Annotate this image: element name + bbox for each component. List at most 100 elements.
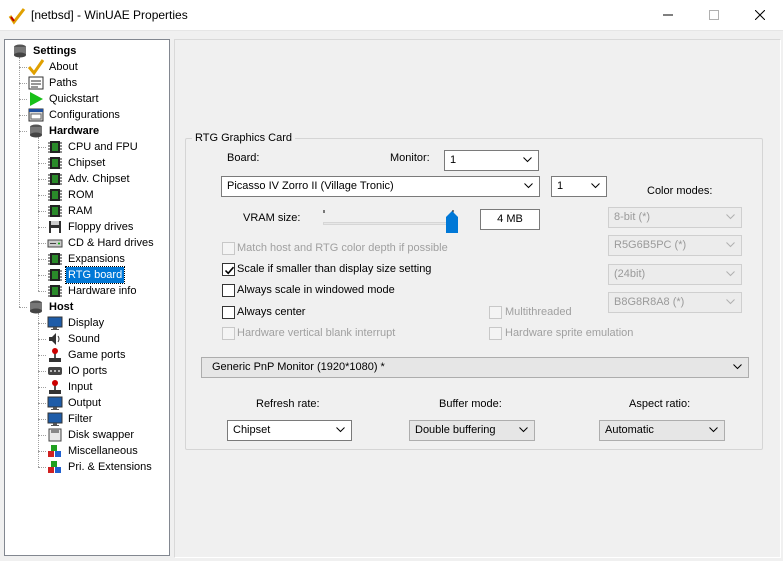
tree-item-label: Host bbox=[49, 301, 74, 313]
tree-connector-line bbox=[38, 275, 46, 276]
tree-connector-line bbox=[38, 195, 46, 196]
tree-connector-line bbox=[38, 211, 46, 212]
tree-connector-line bbox=[19, 83, 27, 84]
match-depth-label: Match host and RTG color depth if possib… bbox=[237, 242, 448, 254]
tree-item-label: Paths bbox=[49, 77, 78, 89]
cubes-icon bbox=[48, 445, 61, 457]
aspect-ratio-select[interactable]: Automatic bbox=[599, 420, 725, 441]
rtg-board-icon bbox=[48, 269, 62, 281]
tree-connector-line bbox=[38, 323, 46, 324]
tree-connector-line bbox=[38, 339, 46, 340]
tree-connector-line bbox=[38, 419, 46, 420]
always-center-checkbox[interactable] bbox=[222, 306, 235, 319]
tree-connector-line bbox=[19, 67, 27, 68]
color-mode-value: R5G6B5PC (*) bbox=[614, 239, 687, 251]
winuae-checkmark-icon bbox=[8, 8, 26, 25]
refresh-rate-value: Chipset bbox=[233, 424, 271, 436]
paths-icon bbox=[28, 76, 44, 90]
chip-icon bbox=[48, 205, 62, 217]
tree-item-label: Quickstart bbox=[49, 93, 99, 105]
vram-slider-thumb[interactable] bbox=[445, 211, 458, 233]
vram-slider-track[interactable] bbox=[323, 222, 457, 225]
chevron-down-icon bbox=[519, 427, 528, 433]
color-mode-24bit-select[interactable]: (24bit) bbox=[608, 264, 742, 285]
tree-connector-line bbox=[38, 435, 46, 436]
chip-icon bbox=[48, 285, 62, 297]
tree-connector-line bbox=[38, 147, 46, 148]
scale-smaller-checkbox[interactable] bbox=[222, 263, 235, 276]
monitor-icon bbox=[47, 396, 63, 410]
checkmark-icon bbox=[224, 266, 235, 275]
aspect-ratio-label: Aspect ratio: bbox=[629, 398, 691, 410]
color-mode-8bit-select[interactable]: 8-bit (*) bbox=[608, 207, 742, 228]
minimize-button[interactable] bbox=[645, 0, 691, 31]
settings-tree[interactable]: Settings About Paths Quickstart Configuratio… bbox=[4, 39, 170, 556]
vblank-checkbox[interactable] bbox=[222, 327, 235, 340]
maximize-button[interactable] bbox=[691, 0, 737, 31]
monitor-icon bbox=[47, 412, 63, 426]
always-center-label: Always center bbox=[237, 306, 306, 318]
floppy-icon bbox=[49, 221, 61, 233]
chip-icon bbox=[48, 141, 62, 153]
tree-connector-line bbox=[19, 307, 27, 308]
tree-connector-line bbox=[38, 313, 39, 467]
chevron-down-icon bbox=[336, 427, 345, 433]
minimize-icon bbox=[663, 14, 673, 16]
display-monitor-select[interactable]: Generic PnP Monitor (1920*1080) * bbox=[201, 357, 749, 378]
tree-item-label: Floppy drives bbox=[68, 221, 134, 233]
window-title: [netbsd] - WinUAE Properties bbox=[31, 8, 188, 22]
tree-connector-line bbox=[38, 179, 46, 180]
board-count-value: 1 bbox=[557, 180, 564, 192]
speaker-icon bbox=[49, 333, 60, 345]
cubes-icon bbox=[48, 461, 61, 473]
close-button[interactable] bbox=[737, 0, 783, 31]
vram-size-field[interactable]: 4 MB bbox=[480, 209, 540, 230]
tree-item-label: Configurations bbox=[49, 109, 120, 121]
color-mode-32bit-select[interactable]: B8G8R8A8 (*) bbox=[608, 292, 742, 313]
chevron-down-icon bbox=[726, 214, 735, 220]
hardware-drive-icon bbox=[30, 124, 42, 138]
title-bar: [netbsd] - WinUAE Properties bbox=[0, 0, 783, 31]
chevron-down-icon bbox=[591, 183, 600, 189]
always-scale-checkbox[interactable] bbox=[222, 284, 235, 297]
tree-connector-line bbox=[38, 467, 46, 468]
rtg-group-title: RTG Graphics Card bbox=[192, 132, 295, 144]
tree-connector-line bbox=[19, 131, 27, 132]
tree-item-label: RAM bbox=[68, 205, 93, 217]
always-scale-label: Always scale in windowed mode bbox=[237, 284, 395, 296]
tree-item-label: Output bbox=[68, 397, 102, 409]
chevron-down-icon bbox=[726, 242, 735, 248]
tree-item-label: Adv. Chipset bbox=[68, 173, 130, 185]
config-window-icon bbox=[28, 108, 44, 122]
color-mode-value: 8-bit (*) bbox=[614, 211, 651, 223]
monitor-icon bbox=[47, 316, 63, 330]
vram-label: VRAM size: bbox=[243, 212, 301, 224]
vram-size-value: 4 MB bbox=[497, 213, 523, 225]
monitor-label: Monitor: bbox=[390, 152, 430, 164]
buffer-mode-value: Double buffering bbox=[415, 424, 496, 436]
play-arrow-icon bbox=[30, 92, 43, 106]
color-mode-value: (24bit) bbox=[614, 268, 646, 280]
refresh-rate-select[interactable]: Chipset bbox=[227, 420, 352, 441]
multithreaded-checkbox[interactable] bbox=[489, 306, 502, 319]
tree-item-label: Miscellaneous bbox=[68, 445, 138, 457]
match-depth-checkbox[interactable] bbox=[222, 242, 235, 255]
buffer-mode-label: Buffer mode: bbox=[439, 398, 502, 410]
io-port-icon bbox=[48, 367, 62, 375]
monitor-select[interactable]: 1 bbox=[444, 150, 539, 171]
chevron-down-icon bbox=[709, 427, 718, 433]
chip-icon bbox=[48, 189, 62, 201]
hw-sprite-checkbox[interactable] bbox=[489, 327, 502, 340]
board-label: Board: bbox=[227, 152, 260, 164]
board-count-select[interactable]: 1 bbox=[551, 176, 607, 197]
chevron-down-icon bbox=[733, 364, 742, 370]
buffer-mode-select[interactable]: Double buffering bbox=[409, 420, 535, 441]
tree-item-label: Sound bbox=[68, 333, 100, 345]
board-select[interactable]: Picasso IV Zorro II (Village Tronic) bbox=[221, 176, 540, 197]
aspect-ratio-value: Automatic bbox=[605, 424, 654, 436]
color-modes-label: Color modes: bbox=[647, 185, 713, 197]
hw-sprite-label: Hardware sprite emulation bbox=[505, 327, 634, 339]
tree-item-label: Hardware bbox=[49, 125, 100, 137]
color-mode-16bit-select[interactable]: R5G6B5PC (*) bbox=[608, 235, 742, 256]
multithreaded-label: Multithreaded bbox=[505, 306, 572, 318]
